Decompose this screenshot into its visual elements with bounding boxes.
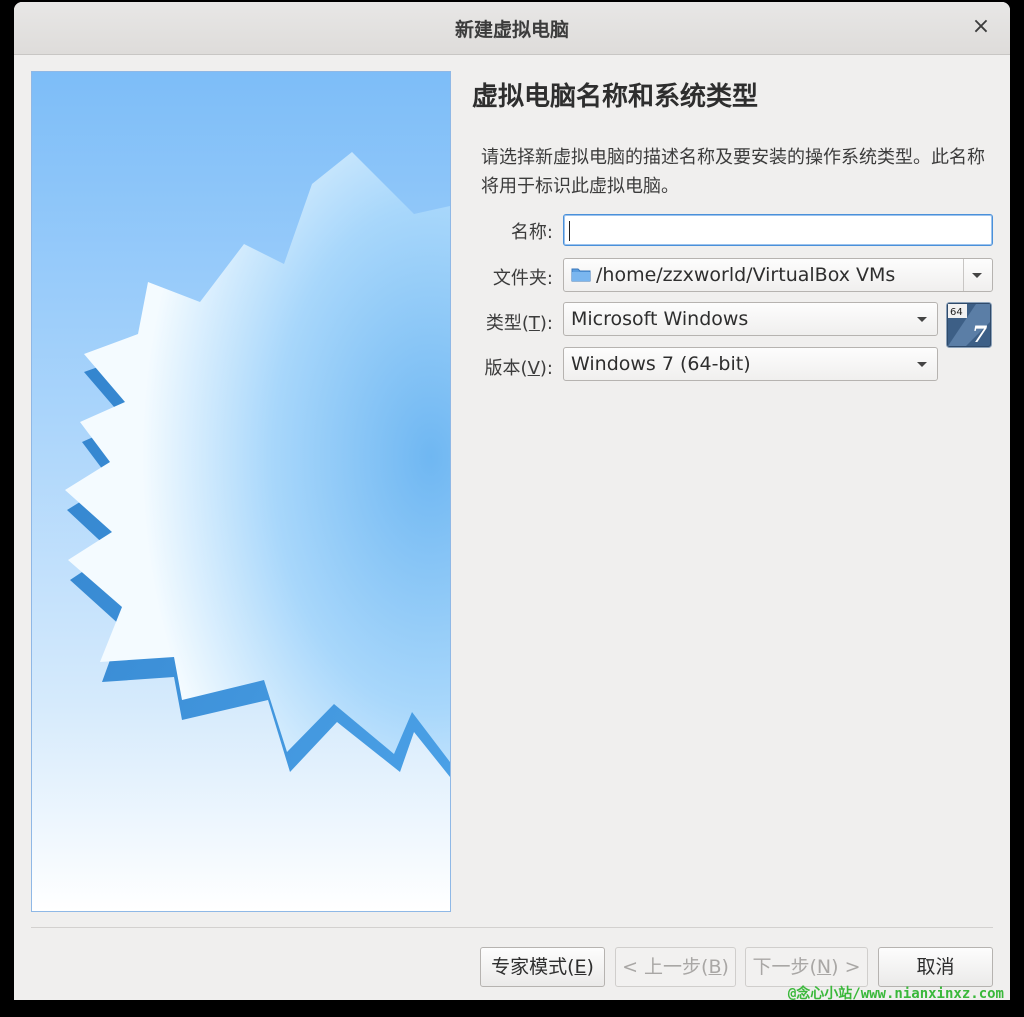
window-title: 新建虚拟电脑 (454, 19, 569, 41)
back-key: B (708, 956, 722, 978)
type-label-key: T (528, 313, 540, 334)
version-label: 版本(V): (485, 354, 553, 380)
cancel-button[interactable]: 取消 (878, 947, 993, 987)
close-icon[interactable]: × (968, 14, 994, 40)
vm-name-input[interactable] (563, 214, 993, 246)
os-type-select[interactable]: Microsoft Windows (563, 302, 938, 336)
chevron-down-icon[interactable] (917, 362, 927, 367)
folder-label: 文件夹: (492, 268, 553, 289)
title-bar[interactable]: 新建虚拟电脑 × (14, 2, 1010, 55)
back-label: < 上一步( (622, 956, 709, 978)
folder-icon (571, 268, 591, 282)
expert-mode-label: 专家模式( (491, 956, 575, 978)
windows-7-64bit-icon: 64 7 (946, 302, 992, 348)
os-badge-arch: 64 (950, 307, 963, 318)
os-version-value: Windows 7 (64-bit) (571, 353, 751, 375)
page-description: 请选择新虚拟电脑的描述名称及要安装的操作系统类型。此名称将用于标识此虚拟电脑。 (481, 147, 985, 197)
wizard-banner-image (31, 71, 451, 912)
combo-divider (963, 259, 964, 291)
type-label-suffix: ): (539, 313, 553, 334)
os-version-select[interactable]: Windows 7 (64-bit) (563, 347, 938, 381)
next-suffix: ) > (831, 956, 861, 978)
expert-mode-button[interactable]: 专家模式(E) (480, 947, 605, 987)
expert-mode-suffix: ) (586, 956, 594, 978)
os-badge-number: 7 (972, 322, 988, 348)
new-vm-dialog: 新建虚拟电脑 × 虚拟电脑名称和系统类型 请选择新虚拟电脑的描述名称及要安装的操… (14, 2, 1010, 1000)
version-label-prefix: 版本( (484, 358, 528, 379)
chevron-down-icon[interactable] (972, 273, 982, 278)
folder-path: /home/zzxworld/VirtualBox VMs (596, 264, 896, 286)
starburst-illustration (65, 152, 450, 777)
name-label: 名称: (510, 222, 553, 243)
chevron-down-icon[interactable] (917, 317, 927, 322)
back-button[interactable]: < 上一步(B) (615, 947, 736, 987)
version-label-suffix: ): (539, 358, 553, 379)
button-separator (31, 927, 993, 928)
text-cursor (569, 221, 570, 241)
type-label: 类型(T): (486, 309, 553, 335)
version-label-key: V (527, 358, 540, 379)
next-label: 下一步( (752, 956, 817, 978)
os-type-value: Microsoft Windows (571, 308, 749, 330)
page-heading: 虚拟电脑名称和系统类型 (472, 82, 759, 112)
back-suffix: ) (721, 956, 729, 978)
expert-mode-key: E (574, 956, 587, 978)
type-label-prefix: 类型( (485, 313, 529, 334)
next-button[interactable]: 下一步(N) > (745, 947, 868, 987)
site-watermark: @念心小站/www.nianxinxz.com (787, 986, 1004, 1002)
folder-select[interactable]: /home/zzxworld/VirtualBox VMs (563, 258, 993, 292)
next-key: N (816, 956, 832, 978)
